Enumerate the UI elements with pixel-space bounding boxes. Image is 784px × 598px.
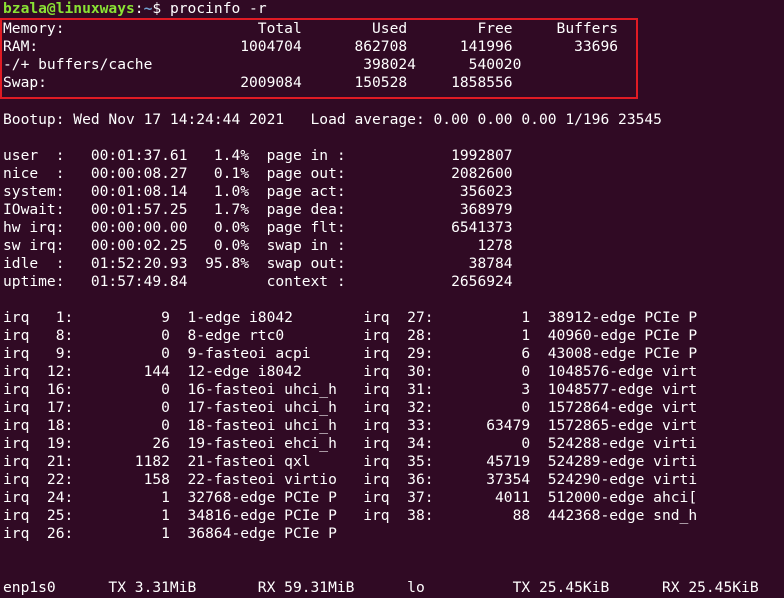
bootup-line: Bootup: Wed Nov 17 14:24:44 2021 Load av… xyxy=(3,111,662,128)
cpu-stat-line: idle : 01:52:20.93 95.8% swap out: 38784 xyxy=(3,255,513,272)
cpu-stat-line: user : 00:01:37.61 1.4% page in : 199280… xyxy=(3,147,513,164)
irq-line: irq 1: 9 1-edge i8042 irq 27: 1 38912-ed… xyxy=(3,309,698,326)
irq-line: irq 19: 26 19-fasteoi ehci_h irq 34: 0 5… xyxy=(3,435,698,452)
irq-line: irq 8: 0 8-edge rtc0 irq 28: 1 40960-edg… xyxy=(3,327,698,344)
irq-line: irq 21: 1182 21-fasteoi qxl irq 35: 4571… xyxy=(3,453,698,470)
prompt-colon: : xyxy=(134,0,144,17)
irq-line: irq 17: 0 17-fasteoi uhci_h irq 32: 0 15… xyxy=(3,399,698,416)
prompt-line: bzala@linuxways:~$ procinfo -r xyxy=(3,0,267,18)
irq-line: irq 25: 1 34816-edge PCIe P irq 38: 88 4… xyxy=(3,507,698,524)
irq-line: irq 22: 158 22-fasteoi virtio irq 36: 37… xyxy=(3,471,698,488)
network-line: enp1s0 TX 3.31MiB RX 59.31MiB lo TX 25.4… xyxy=(3,579,759,596)
memory-highlight-box xyxy=(0,18,638,99)
cpu-stat-line: system: 00:01:08.14 1.0% page act: 35602… xyxy=(3,183,513,200)
irq-line: irq 24: 1 32768-edge PCIe P irq 37: 4011… xyxy=(3,489,698,506)
cpu-stat-line: IOwait: 00:01:57.25 1.7% page dea: 36897… xyxy=(3,201,513,218)
cpu-stat-line: hw irq: 00:00:00.00 0.0% page flt: 65413… xyxy=(3,219,513,236)
irq-line: irq 12: 144 12-edge i8042 irq 30: 0 1048… xyxy=(3,363,698,380)
irq-line: irq 18: 0 18-fasteoi uhci_h irq 33: 6347… xyxy=(3,417,698,434)
irq-line: irq 26: 1 36864-edge PCIe P xyxy=(3,525,337,542)
irq-line: irq 9: 0 9-fasteoi acpi irq 29: 6 43008-… xyxy=(3,345,698,362)
irq-line: irq 16: 0 16-fasteoi uhci_h irq 31: 3 10… xyxy=(3,381,698,398)
cpu-stat-line: uptime: 01:57:49.84 context : 2656924 xyxy=(3,273,513,290)
cpu-stat-line: nice : 00:00:08.27 0.1% page out: 208260… xyxy=(3,165,513,182)
prompt-command: procinfo -r xyxy=(161,0,267,17)
prompt-user-host: bzala@linuxways xyxy=(3,0,135,17)
prompt-symbol: $ xyxy=(152,0,162,17)
cpu-stat-line: sw irq: 00:00:02.25 0.0% swap in : 1278 xyxy=(3,237,513,254)
terminal-window[interactable]: bzala@linuxways:~$ procinfo -r Memory: T… xyxy=(0,0,784,598)
